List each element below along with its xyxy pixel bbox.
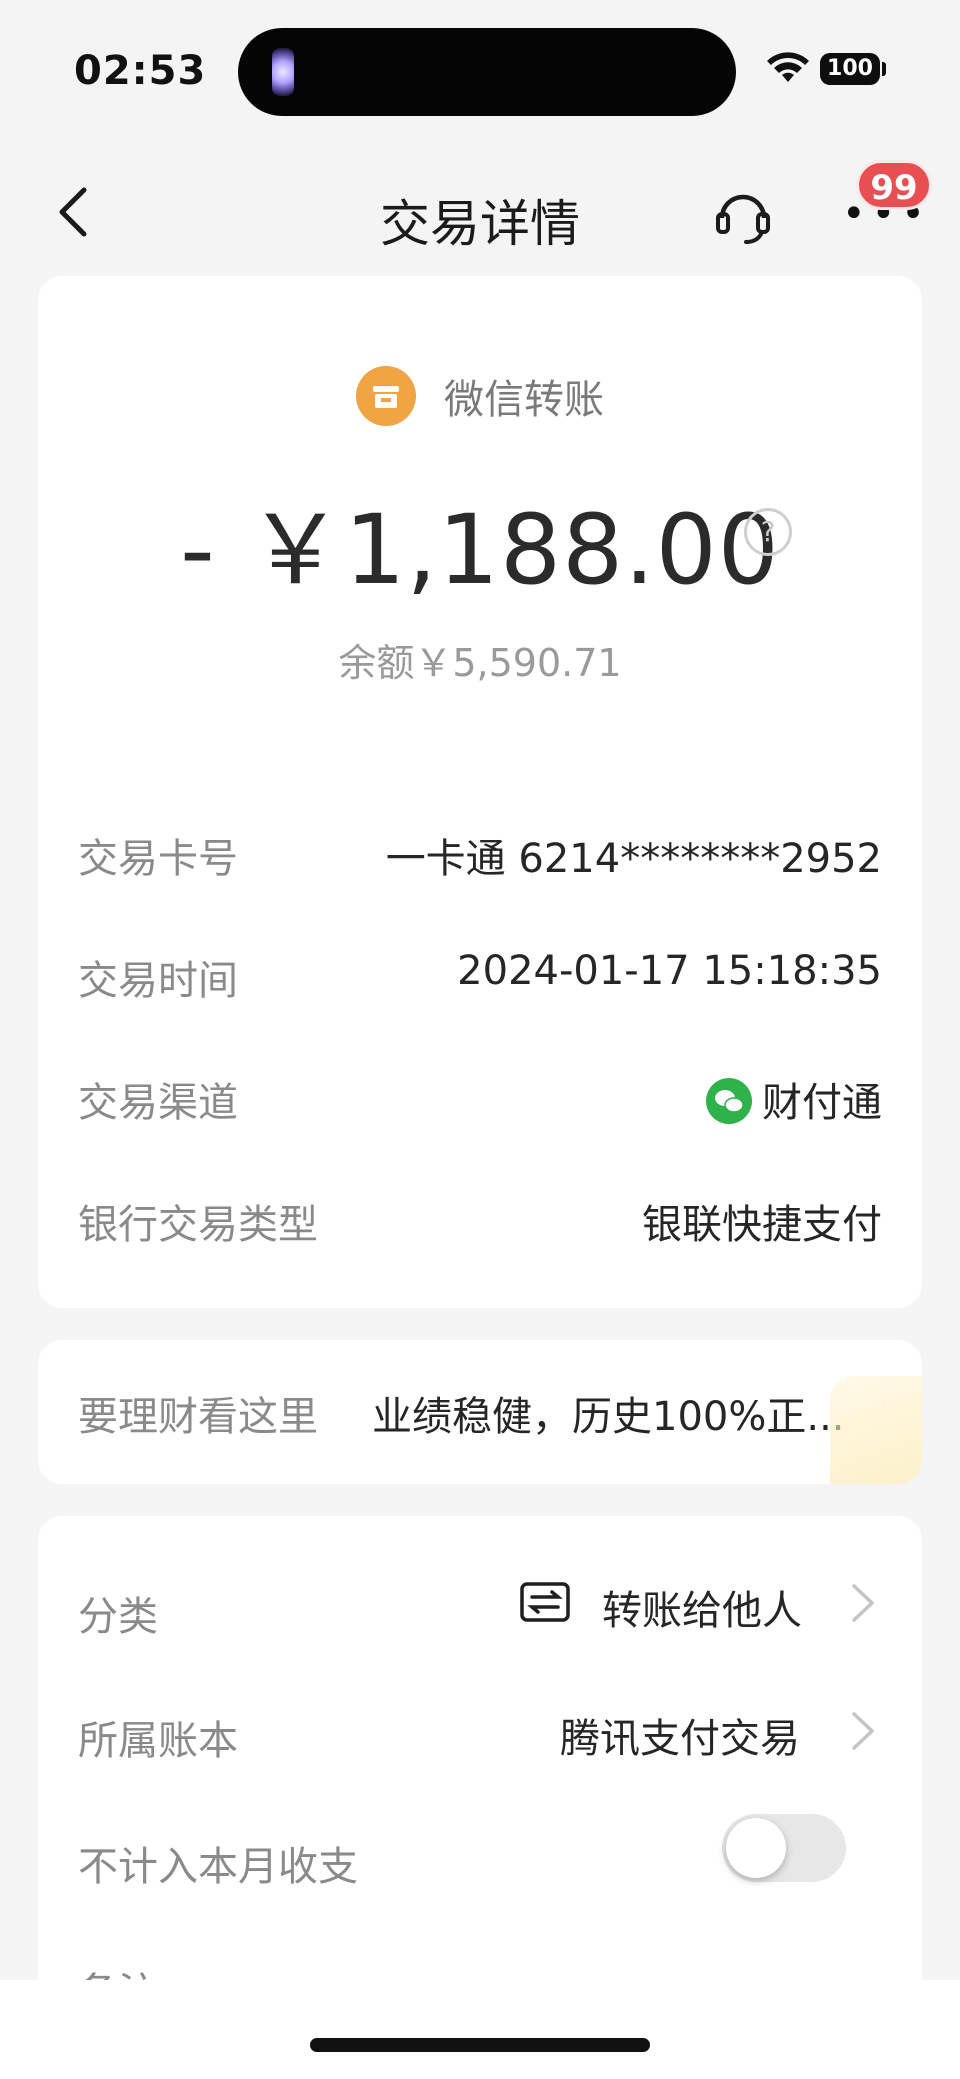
detail-value: 银联快捷支付: [642, 1202, 882, 1248]
detail-value-wrap: 财付通: [706, 1070, 882, 1128]
exclude-label: 不计入本月收支: [78, 1844, 358, 1890]
balance-text: 余额￥5,590.71: [338, 641, 622, 685]
battery-icon: 100: [820, 53, 880, 85]
customer-service-icon[interactable]: [712, 184, 774, 246]
flashlight-icon: [272, 48, 294, 96]
detail-label: 交易渠道: [78, 1080, 238, 1126]
detail-value: 财付通: [762, 1080, 882, 1126]
detail-row-time: 交易时间 2024-01-17 15:18:35: [38, 938, 922, 1008]
wifi-icon: [767, 52, 809, 82]
transfer-icon: [520, 1582, 570, 1622]
category-label: 分类: [78, 1594, 158, 1640]
status-time: 02:53: [74, 48, 207, 94]
nav-bar: 交易详情 •••: [0, 150, 960, 270]
exclude-toggle[interactable]: [722, 1814, 846, 1882]
coin-decoration-icon: [830, 1376, 922, 1484]
detail-value: 2024-01-17 15:18:35: [457, 948, 882, 994]
ledger-label: 所属账本: [78, 1718, 238, 1764]
category-value[interactable]: 转账给他人: [602, 1578, 802, 1636]
status-bar: 02:53 100: [0, 0, 960, 140]
detail-label: 银行交易类型: [78, 1202, 318, 1248]
notification-badge: 99: [856, 160, 932, 210]
detail-row-bank-type: 银行交易类型 银联快捷支付: [38, 1182, 922, 1252]
wechat-icon: [706, 1078, 752, 1124]
detail-label: 交易时间: [78, 958, 238, 1004]
detail-row-card-number: 交易卡号 一卡通 6214********2952: [38, 816, 922, 886]
home-indicator: [310, 2038, 650, 2052]
battery-cap: [882, 62, 886, 76]
detail-value: 一卡通 6214********2952: [385, 836, 882, 882]
toggle-knob: [726, 1818, 786, 1878]
detail-row-channel: 交易渠道 财付通: [38, 1060, 922, 1130]
page-title: 交易详情: [380, 195, 580, 253]
merchant-name: 微信转账: [444, 377, 604, 423]
merchant-row: 微信转账: [38, 366, 922, 426]
promo-banner[interactable]: 要理财看这里 业绩稳健，历史100%正...: [38, 1340, 922, 1484]
promo-label: 要理财看这里: [78, 1394, 318, 1440]
ledger-value[interactable]: 腾讯支付交易: [560, 1706, 800, 1764]
dynamic-island: [238, 28, 736, 116]
chevron-right-icon: [852, 1584, 874, 1622]
detail-label: 交易卡号: [78, 836, 238, 882]
chevron-right-icon: [852, 1712, 874, 1750]
transaction-summary-card: 微信转账 - ￥1,188.00 ? 余额￥5,590.71 交易卡号 一卡通 …: [38, 276, 922, 1308]
bottom-safe-area: [0, 1980, 960, 2079]
help-icon[interactable]: ?: [744, 508, 792, 556]
store-icon: [356, 366, 416, 426]
